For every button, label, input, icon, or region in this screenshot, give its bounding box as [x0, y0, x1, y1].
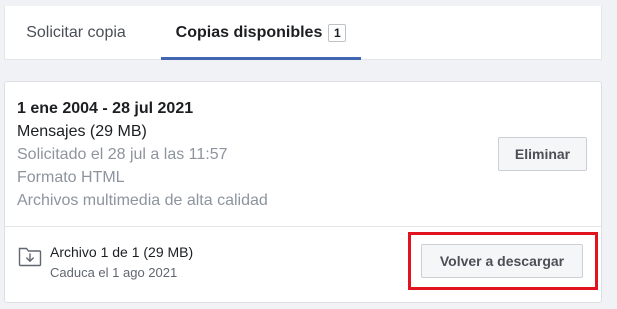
- tab-available-copies[interactable]: Copias disponibles 1: [161, 6, 361, 60]
- file-row: Archivo 1 de 1 (29 MB) Caduca el 1 ago 2…: [5, 227, 601, 303]
- download-again-button[interactable]: Volver a descargar: [421, 244, 583, 278]
- copy-media-quality: Archivos multimedia de alta calidad: [17, 192, 268, 209]
- tab-request-copy-label: Solicitar copia: [26, 24, 126, 41]
- available-count-badge: 1: [328, 24, 347, 42]
- file-expiry: Caduca el 1 ago 2021: [50, 265, 178, 280]
- copy-date-range: 1 ene 2004 - 28 jul 2021: [17, 100, 194, 117]
- file-title: Archivo 1 de 1 (29 MB): [50, 244, 194, 260]
- delete-button[interactable]: Eliminar: [498, 137, 587, 171]
- tabs-bar: Solicitar copia Copias disponibles 1: [4, 6, 602, 60]
- tab-available-copies-label: Copias disponibles: [175, 24, 323, 41]
- available-copy-card: 1 ene 2004 - 28 jul 2021 Mensajes (29 MB…: [4, 81, 602, 303]
- folder-download-icon: [18, 245, 42, 267]
- tab-request-copy[interactable]: Solicitar copia: [5, 6, 147, 60]
